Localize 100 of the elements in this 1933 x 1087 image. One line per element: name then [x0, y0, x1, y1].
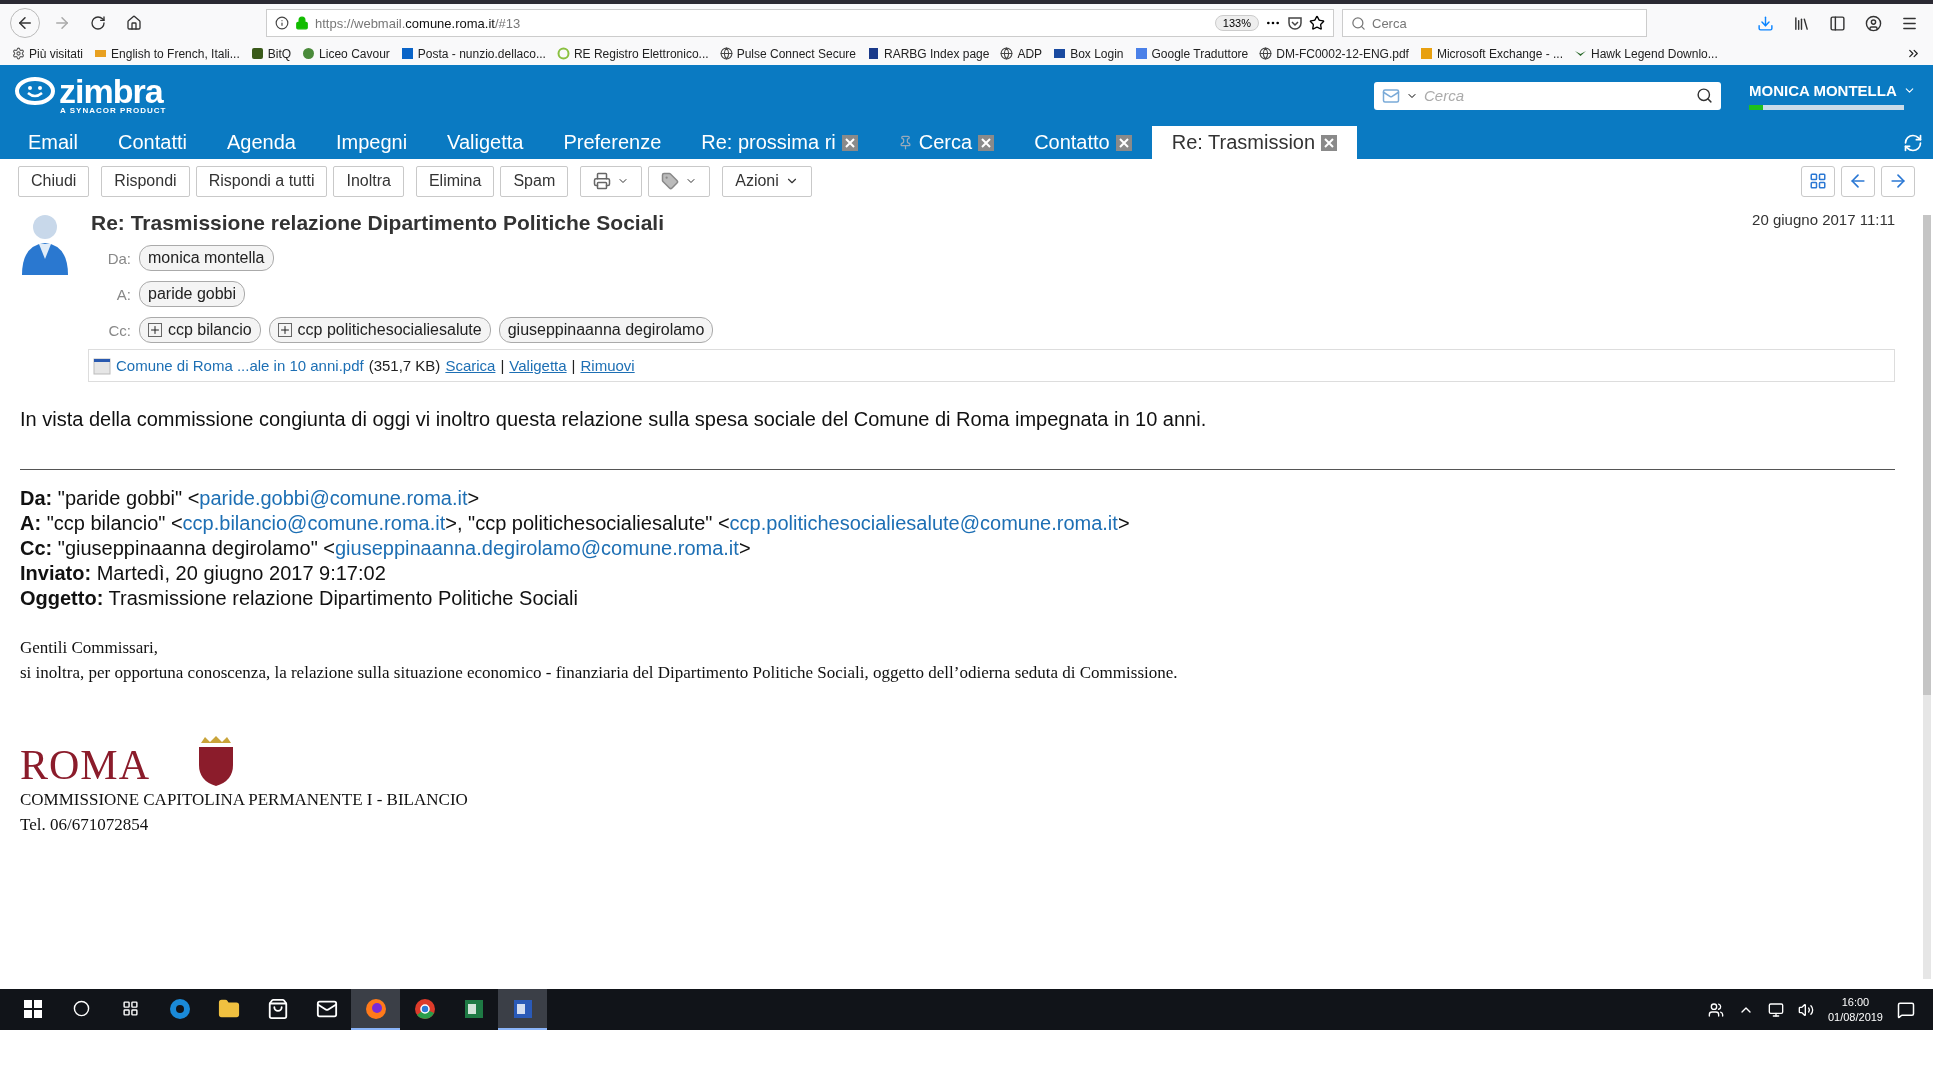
tag-menu-button[interactable]: [648, 165, 711, 197]
field-label: A:: [115, 285, 131, 303]
bookmark-item[interactable]: Microsoft Exchange - ...: [1419, 46, 1563, 61]
email-link[interactable]: ccp.bilancio@comune.roma.it: [182, 512, 446, 534]
attachment-action-link[interactable]: Rimuovi: [580, 357, 635, 374]
previous-button[interactable]: [1841, 165, 1875, 197]
app-tab[interactable]: Preferenze: [543, 126, 682, 159]
bookmark-item[interactable]: Liceo Cavour: [302, 46, 390, 61]
fox-globe-icon: [364, 997, 387, 1020]
quoted-header-line: Oggetto: Trasmissione relazione Dipartimento Politiche Sociali: [20, 586, 579, 611]
bookmark-item[interactable]: BitQ: [250, 46, 292, 61]
field-label: Da:: [106, 249, 131, 267]
attachment-action-link[interactable]: Valigetta: [509, 357, 567, 374]
bookmark-item[interactable]: Hawk Legend Downlo...: [1574, 46, 1718, 61]
contact-chip[interactable]: ccp bilancio: [139, 317, 261, 343]
bookmark-icon: [1419, 47, 1433, 60]
next-button[interactable]: [1881, 165, 1915, 197]
toolbar-button[interactable]: Spam: [500, 165, 569, 197]
info-icon: [275, 16, 289, 30]
document-icon: [511, 997, 534, 1020]
contact-chip[interactable]: ccp politichesocialiesalute: [268, 317, 491, 343]
app-tab[interactable]: Contatti: [98, 126, 207, 159]
toolbar-button[interactable]: Rispondi: [101, 165, 190, 197]
new-window-button[interactable]: [1801, 165, 1835, 197]
bookmark-item[interactable]: Box Login: [1053, 46, 1124, 61]
message-subject: Re: Trasmissione relazione Dipartimento Politiche Sociali: [91, 211, 664, 235]
network-icon[interactable]: [1767, 1001, 1784, 1018]
logo-tagline: A SYNACOR PRODUCT: [60, 106, 167, 115]
smiley-logo-icon: [14, 76, 56, 106]
user-menu[interactable]: MONICA MONTELLA: [1749, 81, 1919, 99]
print-menu-button[interactable]: [580, 165, 643, 197]
bookmark-item[interactable]: English to French, Itali...: [94, 46, 240, 61]
app-tab[interactable]: Impegni: [315, 126, 428, 159]
signature-line: Tel. 06/671072854: [20, 814, 150, 836]
contact-chip[interactable]: monica montella: [139, 245, 274, 271]
x-icon: [1323, 136, 1336, 149]
pin-icon: [897, 135, 913, 150]
shopping-bag-icon: [266, 997, 289, 1020]
contact-chip[interactable]: giuseppinaanna degirolamo: [498, 317, 714, 343]
close-icon[interactable]: [1321, 134, 1338, 151]
bookmark-item[interactable]: Google Traduttore: [1134, 46, 1249, 61]
close-icon[interactable]: [978, 134, 995, 151]
bookmark-item[interactable]: RE Registro Elettronico...: [556, 46, 709, 61]
bookmark-item[interactable]: Posta - nunzio.dellaco...: [400, 46, 546, 61]
close-icon[interactable]: [841, 134, 858, 151]
app-tab[interactable]: Re: Trasmission: [1151, 126, 1358, 159]
toolbar-button[interactable]: Inoltra: [333, 165, 404, 197]
app-tab[interactable]: Valigetta: [427, 126, 544, 159]
attachment-action-link[interactable]: Scarica: [445, 357, 496, 374]
scrollbar[interactable]: [1923, 215, 1931, 979]
printer-icon: [593, 172, 612, 190]
email-link[interactable]: paride.gobbi@comune.roma.it: [199, 487, 468, 509]
app-tab[interactable]: Email: [8, 126, 98, 159]
toolbar-button[interactable]: Chiudi: [18, 165, 90, 197]
bookmark-icon: [250, 47, 264, 60]
pocket-icon[interactable]: [1287, 15, 1303, 31]
star-icon[interactable]: [1309, 15, 1325, 31]
address-bar[interactable]: https://webmail.comune.roma.it/#13 133%: [266, 9, 1334, 37]
app-tab[interactable]: Re: prossima ri: [681, 126, 878, 159]
close-icon[interactable]: [1115, 134, 1132, 151]
home-icon: [126, 15, 142, 31]
x-icon: [980, 136, 993, 149]
bookmark-item[interactable]: DM-FC0002-12-ENG.pdf: [1259, 46, 1409, 61]
volume-icon[interactable]: [1797, 1001, 1814, 1018]
toolbar-button[interactable]: Elimina: [415, 165, 495, 197]
bookmark-icon: [400, 47, 414, 60]
circle-icon: [73, 1000, 90, 1017]
clock[interactable]: 16:00 01/08/2019: [1827, 994, 1883, 1025]
toolbar-button[interactable]: Rispondi a tutti: [195, 165, 328, 197]
email-link[interactable]: ccp.politichesocialiesalute@comune.roma.it: [729, 512, 1118, 534]
app-tab[interactable]: Cerca: [877, 126, 1015, 159]
zoom-level[interactable]: 133%: [1214, 15, 1259, 31]
x-icon: [1117, 136, 1130, 149]
contact-chip[interactable]: paride gobbi: [139, 281, 246, 307]
bookmark-item[interactable]: Più visitati: [12, 46, 84, 61]
bookmark-item[interactable]: Pulse Connect Secure: [719, 46, 857, 61]
app-tab[interactable]: Agenda: [206, 126, 316, 159]
bookmark-item[interactable]: ADP: [1000, 46, 1043, 61]
actions-menu-button[interactable]: Azioni: [722, 165, 812, 197]
bookmark-icon: [1259, 47, 1273, 60]
bookmark-item[interactable]: RARBG Index page: [867, 46, 990, 61]
notifications-icon[interactable]: [1897, 1000, 1915, 1019]
expand-icon: [277, 323, 292, 337]
app-tab[interactable]: Contatto: [1014, 126, 1152, 159]
taskbar-app[interactable]: [498, 989, 547, 1030]
browser-search-field[interactable]: Cerca: [1342, 9, 1647, 37]
download-icon: [1756, 14, 1774, 32]
bookmark-icon: [556, 47, 570, 60]
attachment-link[interactable]: Comune di Roma ...ale in 10 anni.pdf: [116, 357, 364, 374]
task-view-icon: [122, 1000, 139, 1017]
signature-line: COMMISSIONE CAPITOLINA PERMANENTE I - BILANCIO: [20, 789, 469, 811]
refresh-button[interactable]: [1903, 132, 1923, 153]
field-label: Cc:: [107, 321, 131, 339]
bookmark-icon: [867, 47, 881, 60]
spreadsheet-icon: [462, 997, 485, 1020]
message-text: In vista della commissione congiunta di oggi vi inoltro questa relazione sulla spesa sociale del Comune di Roma impegnata in 10 anni.: [20, 408, 1208, 431]
message-date: 20 giugno 2017 11:11: [1752, 211, 1895, 228]
search-icon: [1696, 87, 1713, 104]
email-link[interactable]: giuseppinaanna.degirolamo@comune.roma.it: [335, 537, 739, 559]
people-icon[interactable]: [1707, 1001, 1724, 1018]
